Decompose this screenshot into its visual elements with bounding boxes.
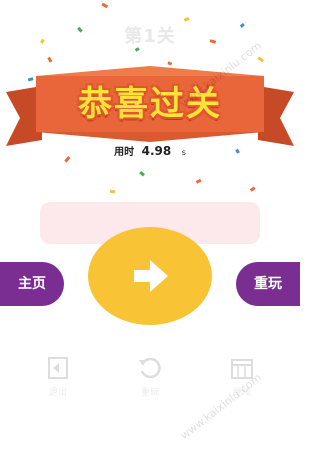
faded-replay-label: 重玩 (140, 388, 159, 398)
faded-replay-item: 重玩 (120, 355, 180, 398)
home-button[interactable]: 主页 (0, 262, 64, 306)
right-arrow-icon (134, 260, 168, 292)
next-level-button[interactable] (88, 227, 212, 325)
exit-icon (48, 357, 68, 379)
replay-button[interactable]: 重玩 (236, 262, 300, 306)
congrats-text: 恭喜过关 (78, 84, 222, 124)
replay-icon (139, 357, 161, 379)
faded-exit-item: 退出 (28, 355, 88, 398)
time-unit: s (181, 148, 186, 157)
time-value: 4.98 (141, 144, 172, 158)
time-row: 用时 4.98 s (0, 143, 300, 158)
time-label: 用时 (114, 147, 135, 158)
faded-exit-label: 退出 (48, 388, 67, 398)
